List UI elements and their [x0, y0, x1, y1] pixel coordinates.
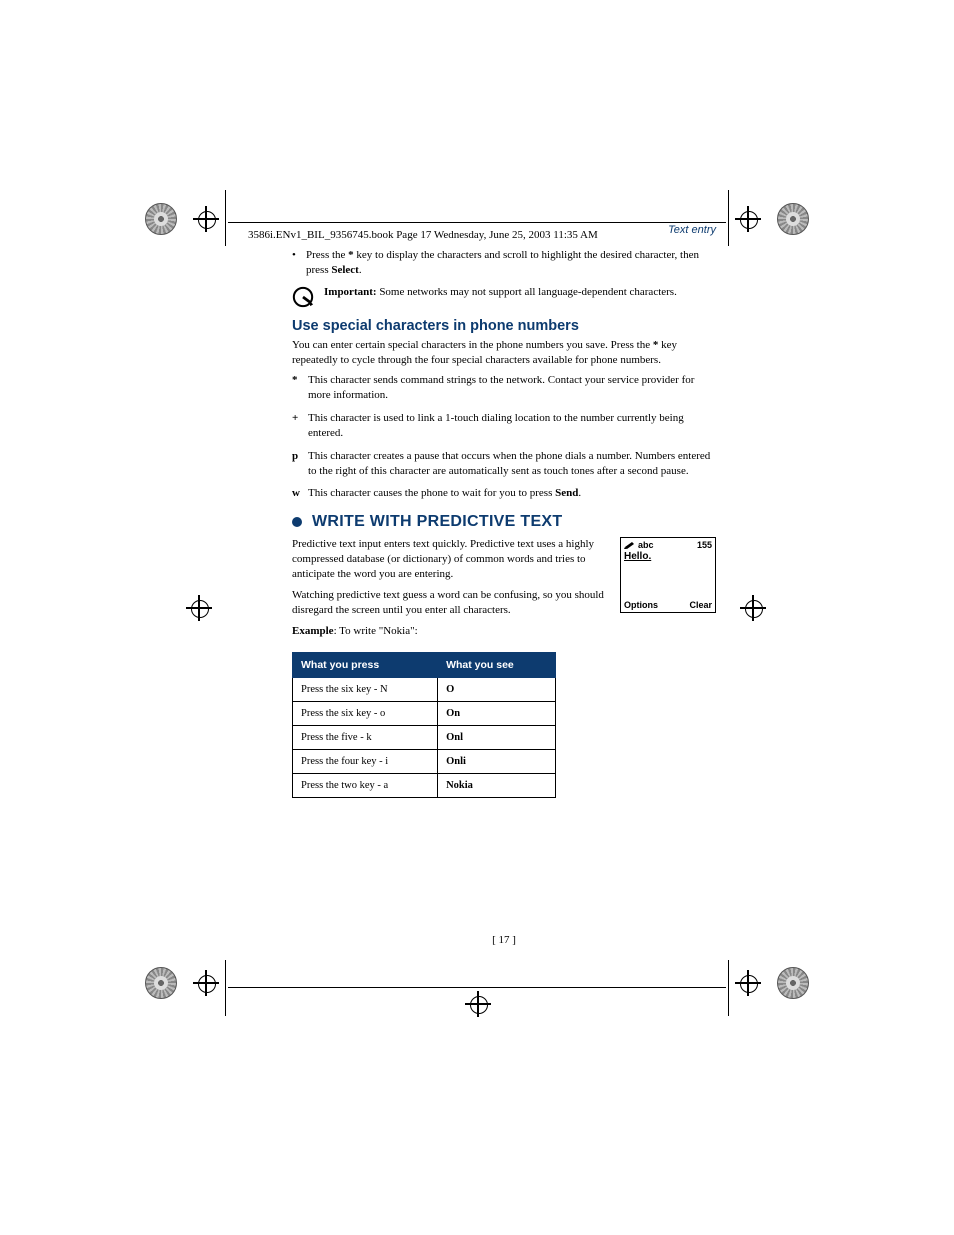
heading-predictive-row: WRITE WITH PREDICTIVE TEXT — [292, 513, 716, 531]
phone-screen-illustration: abc 155 Hello. Options Clear — [620, 537, 716, 613]
special-intro: You can enter certain special characters… — [292, 338, 716, 368]
table-header-row: What you press What you see — [293, 653, 556, 678]
crop-mid-right — [740, 595, 766, 621]
table-row: Press the five - kOnl — [293, 726, 556, 750]
crosshair-icon — [735, 970, 761, 996]
predictive-p2: Watching predictive text guess a word ca… — [292, 588, 608, 618]
heading-predictive: WRITE WITH PREDICTIVE TEXT — [312, 513, 562, 531]
softkey-right: Clear — [689, 600, 712, 610]
cell-see: Nokia — [438, 774, 556, 798]
bullet-star-key: • Press the * key to display the charact… — [292, 248, 716, 278]
special-item-w: w This character causes the phone to wai… — [292, 486, 716, 501]
special-item-star: * This character sends command strings t… — [292, 373, 716, 403]
table-row: Press the four key - iOnli — [293, 750, 556, 774]
heading-special-characters: Use special characters in phone numbers — [292, 318, 716, 334]
table-row: Press the six key - NO — [293, 678, 556, 702]
char-count: 155 — [697, 540, 712, 550]
predictive-p1: Predictive text input enters text quickl… — [292, 537, 608, 582]
phone-screen-softkeys: Options Clear — [624, 600, 712, 610]
pencil-icon: abc — [624, 540, 654, 550]
crop-bottom-right — [735, 967, 809, 999]
table-row: Press the two key - aNokia — [293, 774, 556, 798]
phone-screen-statusbar: abc 155 — [624, 540, 712, 550]
registration-medallion — [145, 967, 177, 999]
phone-screen-word: Hello. — [624, 551, 712, 562]
special-item-plus: + This character is used to link a 1-tou… — [292, 411, 716, 441]
crosshair-icon — [465, 991, 491, 1017]
crosshair-icon — [193, 206, 219, 232]
important-icon — [292, 286, 314, 308]
registration-medallion — [777, 967, 809, 999]
crosshair-icon — [193, 970, 219, 996]
crop-top-right — [735, 203, 809, 235]
crop-mid-left — [186, 595, 212, 621]
crop-vline-tl — [225, 190, 226, 246]
cell-press: Press the five - k — [293, 726, 438, 750]
predictive-example: Example: To write "Nokia": — [292, 624, 608, 639]
bottom-guideline — [228, 987, 726, 988]
section-bullet-icon — [292, 517, 302, 527]
important-text: Important: Some networks may not support… — [324, 286, 677, 298]
special-item-p: p This character creates a pause that oc… — [292, 449, 716, 479]
cell-press: Press the six key - N — [293, 678, 438, 702]
cell-press: Press the six key - o — [293, 702, 438, 726]
predictive-table: What you press What you see Press the si… — [292, 652, 556, 798]
predictive-text-col: Predictive text input enters text quickl… — [292, 537, 608, 644]
crop-vline-tr — [728, 190, 729, 246]
top-guideline — [228, 222, 726, 223]
crop-vline-br — [728, 960, 729, 1016]
important-note: Important: Some networks may not support… — [292, 286, 716, 308]
section-header: Text entry — [292, 224, 716, 236]
bullet-text: Press the * key to display the character… — [306, 248, 716, 278]
crosshair-icon — [186, 595, 212, 621]
cell-see: Onli — [438, 750, 556, 774]
cell-see: On — [438, 702, 556, 726]
cell-see: O — [438, 678, 556, 702]
crop-bottom-left — [145, 967, 219, 999]
crosshair-icon — [735, 206, 761, 232]
registration-medallion — [777, 203, 809, 235]
cell-press: Press the two key - a — [293, 774, 438, 798]
crop-top-left — [145, 203, 219, 235]
table-row: Press the six key - oOn — [293, 702, 556, 726]
predictive-columns: Predictive text input enters text quickl… — [292, 537, 716, 644]
cell-see: Onl — [438, 726, 556, 750]
registration-medallion — [145, 203, 177, 235]
page-number: [ 17 ] — [292, 934, 716, 946]
cell-press: Press the four key - i — [293, 750, 438, 774]
crop-bottom-center — [465, 991, 491, 1017]
crosshair-icon — [740, 595, 766, 621]
col-what-you-press: What you press — [293, 653, 438, 678]
softkey-left: Options — [624, 600, 658, 610]
page-content: Text entry • Press the * key to display … — [292, 224, 716, 798]
crop-vline-bl — [225, 960, 226, 1016]
col-what-you-see: What you see — [438, 653, 556, 678]
bullet-icon: • — [292, 248, 306, 278]
